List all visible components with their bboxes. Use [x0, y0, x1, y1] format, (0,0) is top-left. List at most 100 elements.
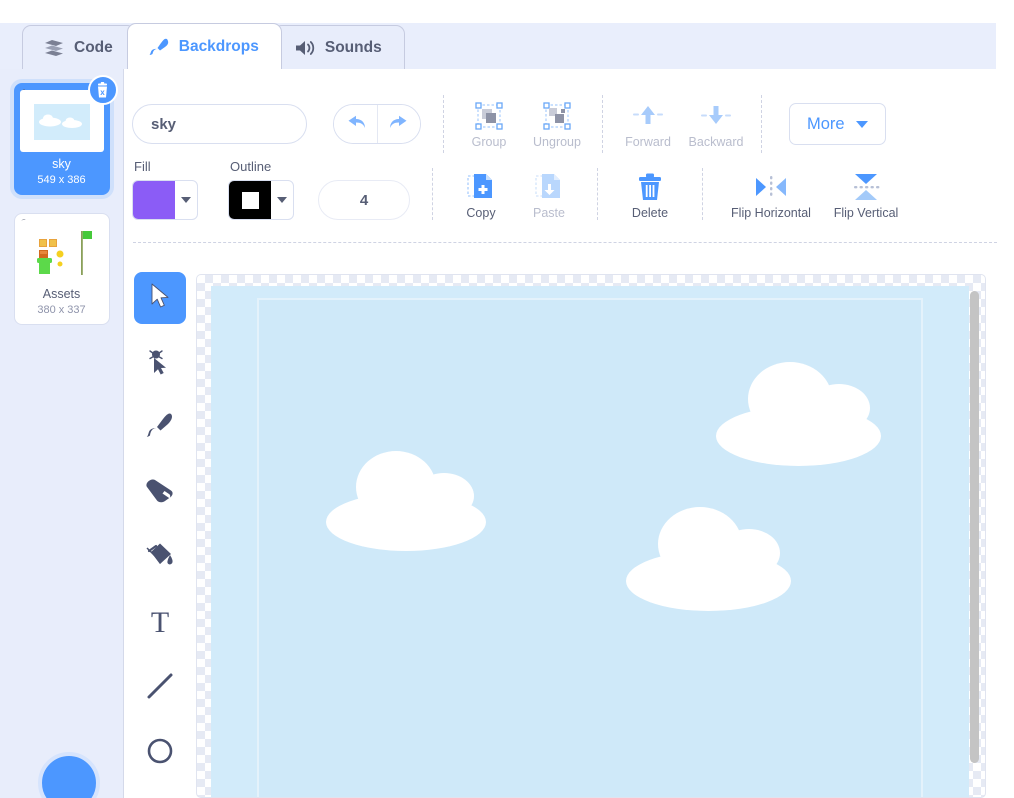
- tool-line[interactable]: [134, 662, 186, 714]
- toolbar-divider: [597, 168, 598, 220]
- paste-icon: [534, 170, 564, 204]
- toolbar-divider: [761, 95, 762, 153]
- backward-label: Backward: [688, 135, 744, 149]
- cloud-middle: [626, 486, 801, 611]
- delete-button[interactable]: Delete: [616, 170, 684, 220]
- group-icon: [474, 99, 504, 133]
- speaker-icon: [294, 39, 316, 57]
- eraser-icon: [145, 478, 175, 509]
- group-button[interactable]: Group: [455, 99, 523, 149]
- ungroup-button[interactable]: Ungroup: [523, 99, 591, 149]
- chevron-down-icon: [277, 197, 287, 203]
- vertical-scrollbar[interactable]: [970, 291, 979, 763]
- group-label: Group: [471, 135, 507, 149]
- costume-name-input[interactable]: [132, 104, 307, 144]
- tool-reshape[interactable]: [134, 337, 186, 389]
- delete-backdrop-badge[interactable]: x: [87, 75, 118, 105]
- chevron-down-icon: [181, 197, 191, 203]
- tab-backdrops[interactable]: Backdrops: [126, 23, 282, 69]
- cloud-bump-small: [414, 473, 474, 519]
- sidebar-item-size: 380 x 337: [37, 303, 86, 316]
- paint-bucket-icon: [145, 542, 175, 575]
- backward-button[interactable]: Backward: [682, 99, 750, 149]
- delete-label: Delete: [631, 206, 669, 220]
- sidebar-item-label: Assets: [42, 286, 81, 301]
- cloud-bump-small: [718, 529, 780, 577]
- tab-sounds-label: Sounds: [324, 38, 382, 56]
- outline-dropdown[interactable]: [271, 181, 293, 219]
- ungroup-icon: [542, 99, 572, 133]
- toolbar-divider: [602, 95, 603, 153]
- tool-text[interactable]: T: [134, 597, 186, 649]
- reshape-icon: [146, 347, 174, 380]
- forward-button[interactable]: Forward: [614, 99, 682, 149]
- paint-editor-window: Code Backdrops Sounds x sky 549 x 386 As…: [0, 0, 1014, 798]
- toolbar-divider: [432, 168, 433, 220]
- backward-icon: [699, 99, 733, 133]
- flip-vertical-button[interactable]: Flip Vertical: [821, 170, 911, 220]
- backdrop-list-sidebar: x 1 sky 549 x 386 2: [0, 69, 124, 798]
- more-label: More: [807, 114, 845, 133]
- toolbar-row-top: Group Ungroup: [132, 95, 886, 153]
- tool-eraser[interactable]: [134, 467, 186, 519]
- tab-sounds[interactable]: Sounds: [272, 25, 405, 69]
- outline-color-swatch: [229, 181, 271, 219]
- fill-dropdown[interactable]: [175, 181, 197, 219]
- tool-palette: T: [133, 272, 187, 798]
- tool-brush[interactable]: [134, 402, 186, 454]
- brush-icon: [148, 37, 170, 57]
- tool-rectangle[interactable]: [134, 792, 186, 798]
- outline-color-field: Outline: [228, 159, 294, 220]
- sidebar-item-size: 549 x 386: [37, 173, 86, 186]
- flip-vertical-label: Flip Vertical: [833, 206, 899, 220]
- redo-button[interactable]: [377, 105, 420, 143]
- flip-horizontal-icon: [752, 170, 790, 204]
- sidebar-item-label: sky: [52, 157, 71, 171]
- right-margin: [996, 0, 1014, 798]
- cloud-left: [326, 431, 496, 551]
- svg-text:x: x: [100, 88, 105, 97]
- arrow-cursor-icon: [149, 283, 171, 314]
- window-top-strip: [0, 0, 1014, 23]
- flip-horizontal-label: Flip Horizontal: [731, 206, 811, 220]
- code-icon: [43, 39, 65, 57]
- outline-color-button[interactable]: [228, 180, 294, 220]
- toolbar-row-bottom: Fill Outline 4 Copy Paste Delete Flip Ho…: [132, 159, 911, 220]
- line-icon: [146, 672, 174, 705]
- cloud-top: [716, 341, 891, 466]
- fill-color-field: Fill: [132, 159, 198, 220]
- paint-canvas[interactable]: [196, 274, 986, 798]
- stroke-width-input[interactable]: [318, 180, 410, 220]
- sidebar-item-assets[interactable]: 2 Assets: [13, 212, 110, 325]
- fill-label: Fill: [134, 159, 151, 174]
- tool-circle[interactable]: [134, 727, 186, 779]
- chevron-down-icon: [855, 120, 868, 128]
- text-icon: T: [146, 606, 174, 641]
- ungroup-label: Ungroup: [533, 135, 581, 149]
- trash-icon: [636, 170, 664, 204]
- toolbar-divider: [702, 168, 703, 220]
- add-backdrop-button[interactable]: [38, 752, 100, 798]
- fill-color-button[interactable]: [132, 180, 198, 220]
- flip-horizontal-button[interactable]: Flip Horizontal: [721, 170, 821, 220]
- more-button[interactable]: More: [789, 103, 886, 145]
- tool-fill[interactable]: [134, 532, 186, 584]
- fill-color-swatch: [133, 181, 175, 219]
- paint-toolbar: Group Ungroup: [124, 69, 996, 243]
- tool-select[interactable]: [134, 272, 186, 324]
- outline-label: Outline: [230, 159, 272, 174]
- tab-code-label: Code: [74, 38, 113, 56]
- paintbrush-icon: [146, 412, 174, 445]
- flip-vertical-icon: [851, 170, 881, 204]
- paste-button[interactable]: Paste: [515, 170, 583, 220]
- paste-label: Paste: [533, 206, 565, 220]
- sidebar-item-sky[interactable]: x 1 sky 549 x 386: [13, 75, 118, 195]
- tab-backdrops-label: Backdrops: [178, 37, 259, 55]
- copy-label: Copy: [466, 206, 496, 220]
- undo-button[interactable]: [334, 105, 377, 143]
- tab-code[interactable]: Code: [22, 25, 136, 69]
- copy-button[interactable]: Copy: [447, 170, 515, 220]
- undo-redo-group: [333, 104, 421, 144]
- svg-text:T: T: [151, 606, 169, 636]
- copy-icon: [466, 170, 496, 204]
